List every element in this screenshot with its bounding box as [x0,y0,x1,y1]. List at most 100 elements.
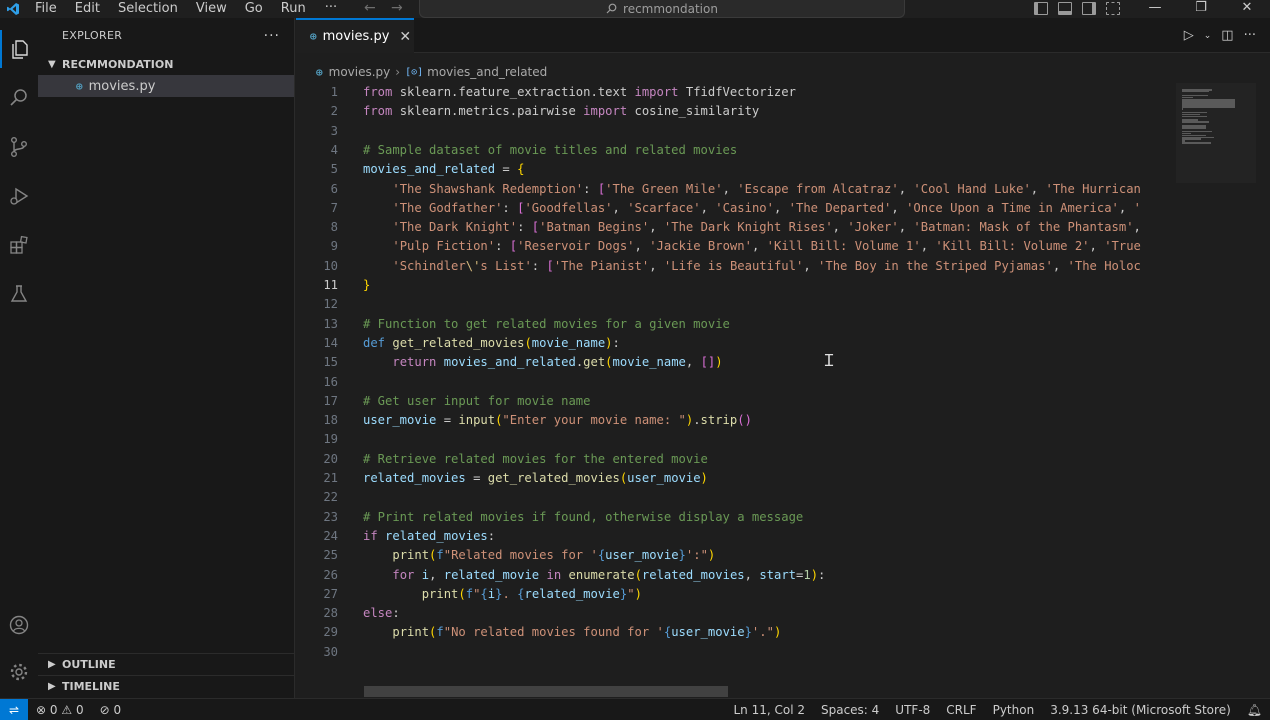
line-number: 24 [323,528,338,543]
horizontal-scrollbar-thumb[interactable] [364,686,728,697]
code-line[interactable]: 28 else: [296,604,1176,623]
code-line[interactable]: 29 print(f"No related movies found for '… [296,623,1176,642]
close-window-icon[interactable]: ✕ [1224,0,1270,18]
line-number: 12 [323,297,338,312]
activity-bar [0,18,38,698]
code-line[interactable]: 21 related_movies = get_related_movies(us… [296,469,1176,488]
menu-more-icon[interactable]: ··· [315,0,347,18]
menu-edit[interactable]: Edit [66,0,109,18]
status-bar: ⇌ ⊗ 0 ⚠ 0 ⊘ 0 Ln 11, Col 2 Spaces: 4 UTF… [0,698,1270,720]
end-of-line[interactable]: CRLF [938,703,984,717]
explorer-icon[interactable] [0,30,38,68]
breadcrumb-symbol[interactable]: movies_and_related [427,65,547,79]
extensions-icon[interactable] [0,226,38,264]
code-line[interactable]: 14 def get_related_movies(movie_name): [296,334,1176,353]
toggle-secondary-sidebar-icon[interactable] [1082,2,1096,15]
toggle-primary-sidebar-icon[interactable] [1034,2,1048,15]
code-line[interactable]: 4 # Sample dataset of movie titles and re… [296,141,1176,160]
folder-header[interactable]: ▼ RECMMONDATION [38,53,294,75]
code-line[interactable]: 12 [296,295,1176,314]
language-mode[interactable]: Python [985,703,1043,717]
variable-icon: [⊙] [405,66,424,78]
tab-movies-py[interactable]: ⊕ movies.py ✕ [296,18,414,53]
code-line[interactable]: 22 [296,488,1176,507]
code-line[interactable]: 15 return movies_and_related.get(movie_n… [296,353,1176,372]
title-bar: File Edit Selection View Go Run ··· ← → … [0,0,1270,18]
code-line[interactable]: 6 'The Shawshank Redemption': ['The Gree… [296,180,1176,199]
warning-icon: ⚠ [61,702,73,717]
minimap-line [1182,115,1207,118]
code-text: for i, related_movie in enumerate(relate… [392,567,826,582]
code-line[interactable]: 27 print(f"{i}. {related_movie}") [296,585,1176,604]
minimap-line [1182,108,1183,110]
line-number: 26 [323,567,338,582]
minimap-line [1182,90,1209,93]
code-line[interactable]: 18 user_movie = input("Enter your movie n… [296,411,1176,430]
back-arrow-icon[interactable]: ← [364,0,376,18]
code-line[interactable]: 20 # Retrieve related movies for the ente… [296,450,1176,469]
indentation[interactable]: Spaces: 4 [813,703,887,717]
menu-selection[interactable]: Selection [109,0,187,18]
code-line[interactable]: 17 # Get user input for movie name [296,392,1176,411]
python-interpreter[interactable]: 3.9.13 64-bit (Microsoft Store) [1042,703,1239,717]
code-line[interactable]: 13 # Function to get related movies for a… [296,315,1176,334]
split-editor-icon[interactable]: ◫ [1221,28,1233,43]
outline-section[interactable]: ▶ OUTLINE [38,653,295,675]
sidebar-header: EXPLORER ··· [38,18,294,53]
code-line[interactable]: 1 from sklearn.feature_extraction.text im… [296,83,1176,102]
manage-gear-icon[interactable] [0,653,38,691]
run-dropdown-chevron-icon[interactable]: ⌄ [1204,31,1212,41]
close-tab-icon[interactable]: ✕ [399,29,411,45]
cursor-position[interactable]: Ln 11, Col 2 [725,703,813,717]
code-line[interactable]: 2 from sklearn.metrics.pairwise import co… [296,102,1176,121]
restore-icon[interactable]: ❐ [1178,0,1224,18]
run-python-file-icon[interactable]: ▷ [1184,28,1194,43]
toggle-panel-icon[interactable] [1058,2,1072,15]
code-line[interactable]: 24 if related_movies: [296,527,1176,546]
remote-indicator-icon[interactable]: ⇌ [0,698,28,720]
code-line[interactable]: 26 for i, related_movie in enumerate(rel… [296,566,1176,585]
file-item-movies[interactable]: ⊕ movies.py [38,75,294,97]
code-line[interactable]: 19 [296,430,1176,449]
code-line[interactable]: 25 print(f"Related movies for '{user_mov… [296,546,1176,565]
vertical-scrollbar[interactable] [1258,83,1270,683]
menu-view[interactable]: View [187,0,236,18]
code-line[interactable]: 23 # Print related movies if found, other… [296,508,1176,527]
notifications-bell-icon[interactable]: 🔔︎ [1239,703,1270,717]
code-line[interactable]: 3 [296,122,1176,141]
run-debug-icon[interactable] [0,177,38,215]
folder-name: RECMMONDATION [62,57,174,71]
problems-indicator[interactable]: ⊗ 0 ⚠ 0 [28,703,92,717]
search-text: recmmondation [623,1,718,16]
minimap[interactable] [1176,83,1256,183]
testing-icon[interactable] [0,275,38,313]
sidebar-more-icon[interactable]: ··· [264,28,280,44]
breadcrumb-file[interactable]: movies.py [329,65,391,79]
code-line[interactable]: 11} [296,276,1176,295]
menu-go[interactable]: Go [236,0,272,18]
encoding[interactable]: UTF-8 [887,703,938,717]
code-line[interactable]: 16 [296,373,1176,392]
timeline-section[interactable]: ▶ TIMELINE [38,675,295,697]
menu-run[interactable]: Run [272,0,315,18]
search-icon[interactable] [0,79,38,117]
command-center-search[interactable]: recmmondation [419,0,905,18]
more-actions-icon[interactable]: ··· [1244,28,1256,43]
code-line[interactable]: 8 'The Dark Knight': ['Batman Begins', '… [296,218,1176,237]
line-number: 16 [323,374,338,389]
search-icon [606,3,617,14]
timeline-label: TIMELINE [62,680,120,693]
code-line[interactable]: 5 movies_and_related = { [296,160,1176,179]
minimize-icon[interactable]: — [1132,0,1178,18]
code-line[interactable]: 10 'Schindler\'s List': ['The Pianist', … [296,257,1176,276]
code-line[interactable]: 7 'The Godfather': ['Goodfellas', 'Scarf… [296,199,1176,218]
source-control-icon[interactable] [0,128,38,166]
code-line[interactable]: 30 [296,643,1176,662]
customize-layout-icon[interactable] [1106,2,1120,15]
accounts-icon[interactable] [0,606,38,644]
code-line[interactable]: 9 'Pulp Fiction': ['Reservoir Dogs', 'Ja… [296,237,1176,256]
ports-indicator[interactable]: ⊘ 0 [92,703,130,717]
code-editor[interactable]: 1 from sklearn.feature_extraction.text im… [296,83,1176,673]
forward-arrow-icon[interactable]: → [391,0,403,18]
menu-file[interactable]: File [26,0,66,18]
